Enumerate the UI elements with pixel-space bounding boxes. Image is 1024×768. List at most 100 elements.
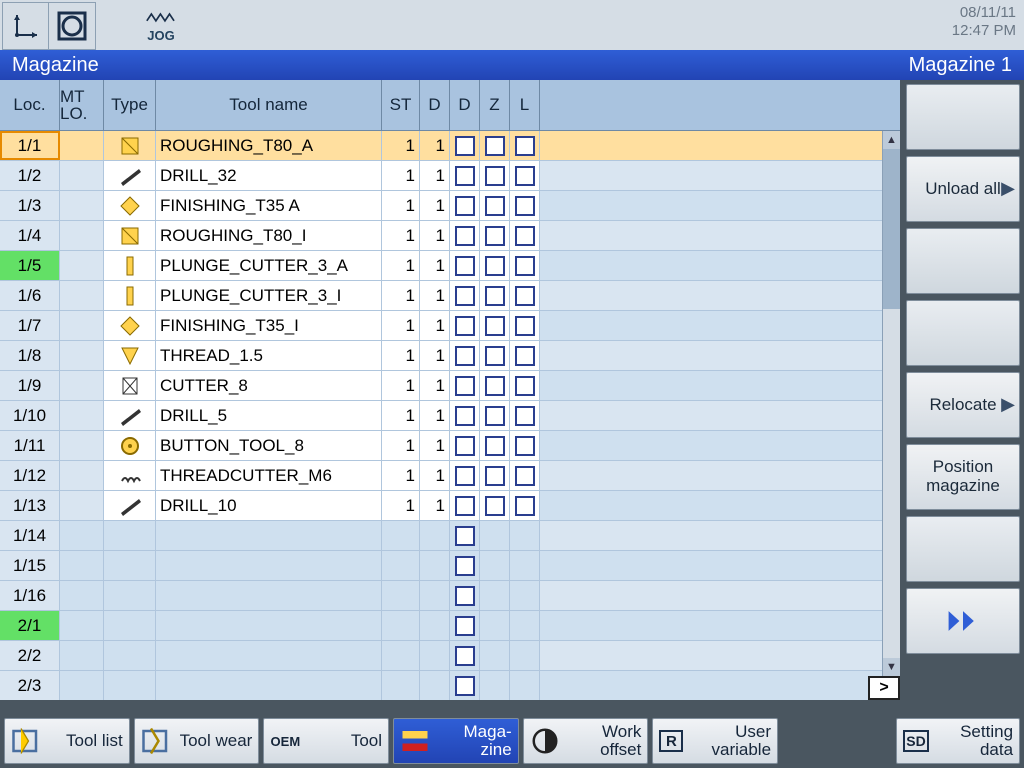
cell-z[interactable]	[480, 221, 510, 250]
checkbox-icon[interactable]	[515, 286, 535, 306]
checkbox-icon[interactable]	[455, 406, 475, 426]
table-row[interactable]: 1/12THREADCUTTER_M611	[0, 461, 882, 491]
checkbox-icon[interactable]	[455, 646, 475, 666]
btn-user-variable[interactable]: R User variable	[652, 718, 778, 764]
table-row[interactable]: 1/6PLUNGE_CUTTER_3_I11	[0, 281, 882, 311]
cell-d2[interactable]	[450, 191, 480, 220]
cell-d2[interactable]	[450, 341, 480, 370]
cell-l[interactable]	[510, 221, 540, 250]
checkbox-icon[interactable]	[455, 376, 475, 396]
checkbox-icon[interactable]	[455, 556, 475, 576]
cell-d2[interactable]	[450, 611, 480, 640]
table-row[interactable]: 1/1ROUGHING_T80_A11	[0, 131, 882, 161]
cell-z[interactable]	[480, 161, 510, 190]
table-row[interactable]: 1/7FINISHING_T35_I11	[0, 311, 882, 341]
checkbox-icon[interactable]	[515, 346, 535, 366]
checkbox-icon[interactable]	[455, 496, 475, 516]
checkbox-icon[interactable]	[515, 166, 535, 186]
scroll-up-icon[interactable]: ▲	[883, 131, 900, 149]
cell-l[interactable]	[510, 671, 540, 700]
cell-d2[interactable]	[450, 251, 480, 280]
cell-l[interactable]	[510, 341, 540, 370]
cell-l[interactable]	[510, 521, 540, 550]
table-row[interactable]: 1/8THREAD_1.511	[0, 341, 882, 371]
table-row[interactable]: 1/2DRILL_3211	[0, 161, 882, 191]
cell-d2[interactable]	[450, 371, 480, 400]
cell-l[interactable]	[510, 161, 540, 190]
cell-z[interactable]	[480, 371, 510, 400]
cell-l[interactable]	[510, 611, 540, 640]
checkbox-icon[interactable]	[455, 676, 475, 696]
cell-d2[interactable]	[450, 131, 480, 160]
checkbox-icon[interactable]	[485, 436, 505, 456]
checkbox-icon[interactable]	[485, 496, 505, 516]
checkbox-icon[interactable]	[485, 226, 505, 246]
cell-l[interactable]	[510, 251, 540, 280]
checkbox-icon[interactable]	[485, 316, 505, 336]
btn-setting-data[interactable]: SD Setting data	[896, 718, 1020, 764]
checkbox-icon[interactable]	[455, 166, 475, 186]
cell-d2[interactable]	[450, 461, 480, 490]
checkbox-icon[interactable]	[515, 406, 535, 426]
cell-z[interactable]	[480, 611, 510, 640]
table-row[interactable]: 1/13DRILL_1011	[0, 491, 882, 521]
checkbox-icon[interactable]	[485, 346, 505, 366]
cell-l[interactable]	[510, 491, 540, 520]
scroll-right-button[interactable]: >	[868, 676, 900, 700]
softkey-relocate[interactable]: Relocate▶	[906, 372, 1020, 438]
cell-d2[interactable]	[450, 521, 480, 550]
cell-d2[interactable]	[450, 551, 480, 580]
cell-d2[interactable]	[450, 311, 480, 340]
checkbox-icon[interactable]	[455, 196, 475, 216]
cell-d2[interactable]	[450, 161, 480, 190]
cell-z[interactable]	[480, 581, 510, 610]
table-row[interactable]: 1/16	[0, 581, 882, 611]
checkbox-icon[interactable]	[485, 256, 505, 276]
cell-z[interactable]	[480, 551, 510, 580]
checkbox-icon[interactable]	[455, 436, 475, 456]
cell-l[interactable]	[510, 311, 540, 340]
checkbox-icon[interactable]	[515, 466, 535, 486]
checkbox-icon[interactable]	[455, 586, 475, 606]
checkbox-icon[interactable]	[515, 136, 535, 156]
softkey-next-page[interactable]	[906, 588, 1020, 654]
checkbox-icon[interactable]	[515, 256, 535, 276]
cell-z[interactable]	[480, 311, 510, 340]
checkbox-icon[interactable]	[485, 466, 505, 486]
cell-z[interactable]	[480, 401, 510, 430]
vertical-scrollbar[interactable]: ▲ ▼	[882, 131, 900, 676]
cell-z[interactable]	[480, 461, 510, 490]
checkbox-icon[interactable]	[485, 196, 505, 216]
cell-l[interactable]	[510, 191, 540, 220]
table-row[interactable]: 2/2	[0, 641, 882, 671]
table-row[interactable]: 1/10DRILL_511	[0, 401, 882, 431]
checkbox-icon[interactable]	[455, 346, 475, 366]
softkey-unload-all[interactable]: Unload all▶	[906, 156, 1020, 222]
btn-tool-list[interactable]: Tool list	[4, 718, 130, 764]
cell-l[interactable]	[510, 641, 540, 670]
cell-d2[interactable]	[450, 401, 480, 430]
checkbox-icon[interactable]	[515, 496, 535, 516]
checkbox-icon[interactable]	[515, 196, 535, 216]
checkbox-icon[interactable]	[455, 316, 475, 336]
cell-l[interactable]	[510, 371, 540, 400]
softkey-3[interactable]	[906, 228, 1020, 294]
cell-d2[interactable]	[450, 431, 480, 460]
cell-z[interactable]	[480, 431, 510, 460]
cell-d2[interactable]	[450, 221, 480, 250]
cell-z[interactable]	[480, 341, 510, 370]
btn-magazine[interactable]: Maga- zine	[393, 718, 519, 764]
cell-z[interactable]	[480, 521, 510, 550]
cell-z[interactable]	[480, 671, 510, 700]
checkbox-icon[interactable]	[485, 376, 505, 396]
cell-d2[interactable]	[450, 281, 480, 310]
cell-z[interactable]	[480, 281, 510, 310]
softkey-1[interactable]	[906, 84, 1020, 150]
checkbox-icon[interactable]	[485, 286, 505, 306]
checkbox-icon[interactable]	[455, 226, 475, 246]
cell-z[interactable]	[480, 251, 510, 280]
table-row[interactable]: 1/3FINISHING_T35 A11	[0, 191, 882, 221]
softkey-7[interactable]	[906, 516, 1020, 582]
btn-tool-wear[interactable]: Tool wear	[134, 718, 260, 764]
table-row[interactable]: 1/11BUTTON_TOOL_811	[0, 431, 882, 461]
